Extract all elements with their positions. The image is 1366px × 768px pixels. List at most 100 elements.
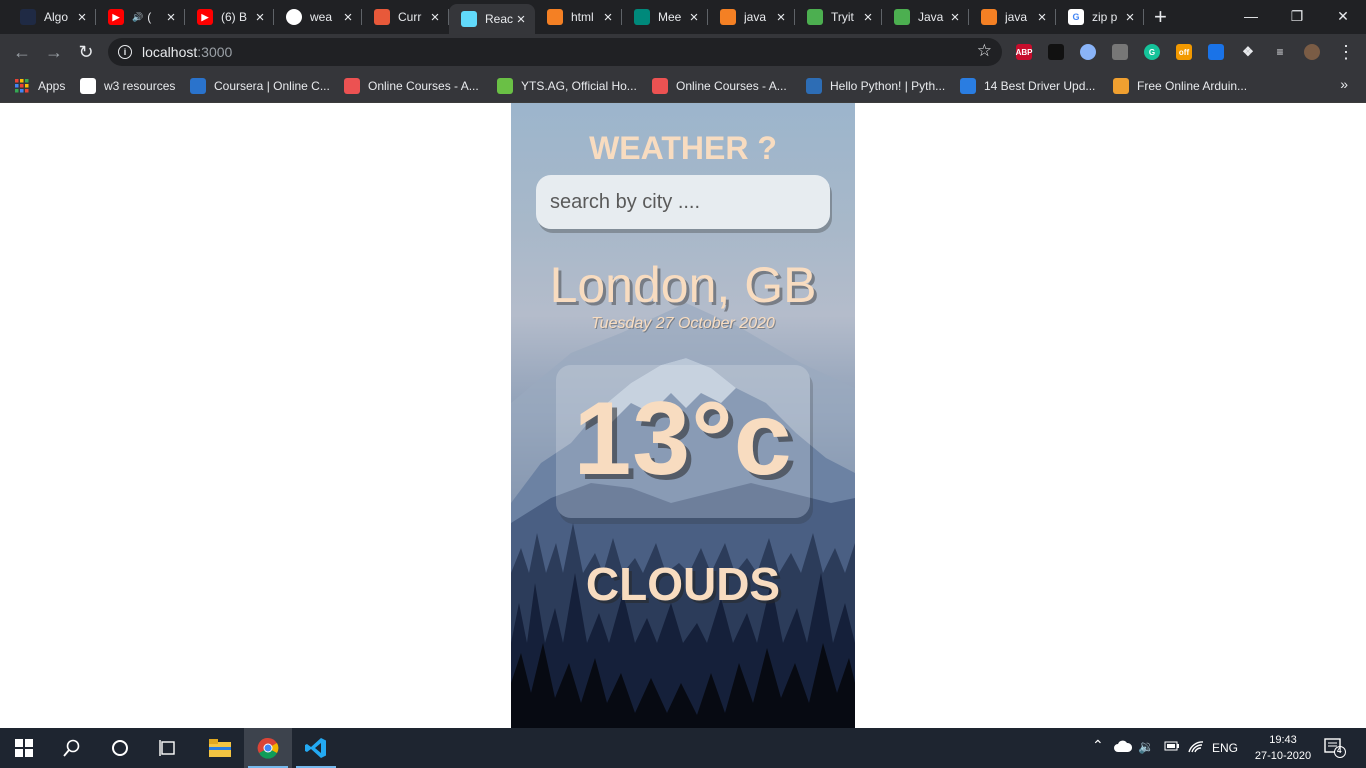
w3r-icon: [80, 78, 96, 94]
bulb-extension-icon[interactable]: [1112, 44, 1128, 60]
circle-extension-icon[interactable]: [1080, 44, 1096, 60]
forward-button[interactable]: →: [42, 40, 66, 64]
tab-title: html: [571, 10, 594, 24]
bookmark-label: Coursera | Online C...: [214, 79, 330, 93]
app-heading: WEATHER ?: [589, 130, 777, 166]
close-tab-icon[interactable]: ×: [513, 11, 529, 28]
adblock-plus-icon[interactable]: ABP: [1016, 44, 1032, 60]
tab-title: (6) B: [221, 10, 248, 24]
browser-tab[interactable]: Gzip p ×: [1056, 0, 1144, 34]
close-tab-icon[interactable]: ×: [947, 9, 963, 26]
bookmark-label: Hello Python! | Pyth...: [830, 79, 946, 93]
close-tab-icon[interactable]: ×: [860, 9, 876, 26]
bookmark-item[interactable]: 14 Best Driver Upd...: [960, 77, 1095, 95]
input-language[interactable]: ENG: [1212, 741, 1238, 755]
home-off-extension-icon[interactable]: off: [1176, 44, 1192, 60]
google-icon: G: [1068, 9, 1084, 25]
bookmark-extension-icon[interactable]: [1208, 44, 1224, 60]
shield-icon: [806, 78, 822, 94]
browser-toolbar: ← → ↻ i localhost:3000 ☆ ABP Goff ❖ ≡ ⋮: [0, 34, 1366, 70]
youtube-icon: ▶: [108, 9, 124, 25]
taskbar-clock[interactable]: 19:43 27-10-2020: [1250, 732, 1316, 764]
close-tab-icon[interactable]: ×: [773, 9, 789, 26]
puzzle-extensions-icon[interactable]: ❖: [1240, 44, 1256, 60]
windows-start-icon[interactable]: [0, 728, 48, 768]
browser-tab[interactable]: Mee ×: [622, 0, 708, 34]
bookmark-item[interactable]: Online Courses - A...: [344, 77, 479, 95]
bookmark-star-icon[interactable]: ☆: [977, 41, 992, 61]
tab-title: Reac: [485, 12, 513, 26]
bookmark-item[interactable]: YTS.AG, Official Ho...: [497, 77, 637, 95]
url-text[interactable]: localhost:3000: [142, 44, 232, 60]
close-tab-icon[interactable]: ×: [74, 9, 90, 26]
browser-tab[interactable]: html ×: [535, 0, 622, 34]
file-explorer-icon[interactable]: [196, 728, 244, 768]
close-tab-icon[interactable]: ×: [252, 9, 268, 26]
notification-center-icon[interactable]: 4: [1324, 738, 1346, 761]
bookmark-item[interactable]: Coursera | Online C...: [190, 77, 330, 95]
browser-tab[interactable]: Reac ×: [449, 4, 535, 34]
close-tab-icon[interactable]: ×: [163, 9, 179, 26]
browser-tab[interactable]: java ×: [708, 0, 795, 34]
volume-icon[interactable]: 🔉: [1138, 739, 1154, 755]
media-queue-icon[interactable]: ≡: [1272, 44, 1288, 60]
info-icon[interactable]: i: [118, 45, 132, 59]
profile-avatar-icon[interactable]: [1304, 44, 1320, 60]
grammarly-icon[interactable]: G: [1144, 44, 1160, 60]
wp-icon: [960, 78, 976, 94]
browser-tab[interactable]: Tryit ×: [795, 0, 882, 34]
cube-extension-icon[interactable]: [1048, 44, 1064, 60]
browser-tab[interactable]: java ×: [969, 0, 1056, 34]
city-search-input[interactable]: [536, 175, 830, 229]
clock-date: 27-10-2020: [1254, 750, 1312, 762]
url-port: :3000: [197, 44, 233, 60]
back-button[interactable]: ←: [10, 40, 34, 64]
close-tab-icon[interactable]: ×: [1034, 9, 1050, 26]
show-hidden-icons-icon[interactable]: ⌃: [1092, 737, 1104, 754]
close-window-button[interactable]: ✕: [1320, 0, 1366, 32]
battery-icon[interactable]: [1164, 740, 1180, 755]
minimize-button[interactable]: —: [1228, 0, 1274, 32]
chrome-taskbar-icon[interactable]: [244, 728, 292, 768]
stackoverflow-icon: [981, 9, 997, 25]
address-bar[interactable]: i localhost:3000 ☆: [108, 38, 1002, 66]
bookmark-label: YTS.AG, Official Ho...: [521, 79, 637, 93]
vscode-taskbar-icon[interactable]: [292, 728, 340, 768]
bookmark-item[interactable]: Hello Python! | Pyth...: [806, 77, 945, 95]
menu-kebab-icon[interactable]: ⋮: [1334, 40, 1358, 64]
maximize-button[interactable]: ❐: [1274, 0, 1320, 32]
bookmark-item[interactable]: w3 resources: [80, 77, 175, 95]
browser-tab[interactable]: Curr ×: [362, 0, 449, 34]
wifi-icon[interactable]: [1188, 740, 1204, 757]
browser-tab[interactable]: ▶ 🔊 (×: [96, 0, 185, 34]
cortana-icon[interactable]: [96, 728, 144, 768]
weather-condition: CLOUDS: [585, 558, 781, 610]
close-tab-icon[interactable]: ×: [427, 9, 443, 26]
browser-tab[interactable]: Algo ×: [8, 0, 96, 34]
close-tab-icon[interactable]: ×: [600, 9, 616, 26]
bookmarks-overflow-icon[interactable]: »: [1340, 76, 1348, 92]
bookmark-item[interactable]: Online Courses - A...: [652, 77, 787, 95]
tab-title: java: [744, 10, 767, 24]
close-tab-icon[interactable]: ×: [1122, 9, 1138, 26]
audio-playing-icon[interactable]: 🔊: [132, 12, 143, 23]
new-tab-button[interactable]: +: [1154, 4, 1167, 30]
close-tab-icon[interactable]: ×: [686, 9, 702, 26]
browser-tab[interactable]: wea ×: [274, 0, 362, 34]
location-text: London, GB: [549, 257, 817, 313]
tab-title: Algo: [44, 10, 69, 24]
coursera-icon: [190, 78, 206, 94]
close-tab-icon[interactable]: ×: [340, 9, 356, 26]
browser-tab[interactable]: Java ×: [882, 0, 969, 34]
react-icon: [20, 9, 36, 25]
search-icon[interactable]: [48, 728, 96, 768]
onedrive-cloud-icon[interactable]: [1114, 740, 1133, 755]
bookmark-item[interactable]: Free Online Arduin...: [1113, 77, 1247, 95]
url-host: localhost: [142, 44, 198, 60]
bookmark-item[interactable]: Apps: [14, 77, 65, 95]
bookmark-label: Free Online Arduin...: [1137, 79, 1248, 93]
browser-tab[interactable]: ▶ (6) B ×: [185, 0, 274, 34]
reload-button[interactable]: ↻: [74, 40, 98, 64]
tab-title: java: [1005, 10, 1028, 24]
task-view-icon[interactable]: [144, 728, 192, 768]
